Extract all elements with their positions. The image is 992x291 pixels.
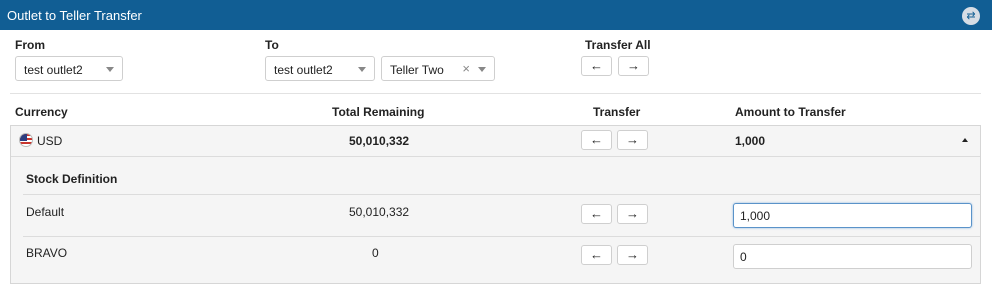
stock-transfer-left-button[interactable]: ← (581, 204, 612, 224)
clear-icon[interactable]: × (462, 61, 470, 76)
to-teller-select[interactable]: Teller Two × (381, 56, 495, 81)
from-outlet-select[interactable]: test outlet2 (15, 56, 123, 81)
currency-code: USD (37, 134, 63, 148)
col-total-remaining: Total Remaining (332, 105, 425, 119)
amount-input-bravo[interactable] (733, 244, 972, 269)
chevron-down-icon (106, 67, 114, 72)
currency-amount-to-transfer: 1,000 (735, 134, 766, 148)
chevron-up-icon[interactable] (962, 138, 968, 142)
to-teller-value: Teller Two (390, 63, 444, 77)
from-label: From (15, 38, 45, 52)
chevron-down-icon (478, 67, 486, 72)
stock-row-name: Default (26, 205, 65, 219)
stock-transfer-right-button[interactable]: → (617, 245, 648, 265)
us-flag-icon (19, 133, 33, 147)
currency-total-remaining: 50,010,332 (349, 134, 410, 148)
stock-row-total: 50,010,332 (349, 205, 410, 219)
stock-row-total: 0 (372, 246, 379, 260)
to-outlet-value: test outlet2 (274, 63, 333, 77)
stock-transfer-left-button[interactable]: ← (581, 245, 612, 265)
col-currency: Currency (15, 105, 68, 119)
stock-row-name: BRAVO (26, 246, 68, 260)
divider (23, 236, 980, 237)
currency-transfer-right-button[interactable]: → (617, 130, 648, 150)
transfer-all-left-button[interactable]: ← (581, 56, 612, 76)
panel-header: Outlet to Teller Transfer ⇄ (0, 0, 992, 30)
divider (11, 156, 980, 157)
chevron-down-icon (358, 67, 366, 72)
currency-transfer-left-button[interactable]: ← (581, 130, 612, 150)
stock-definition-heading: Stock Definition (26, 172, 118, 186)
from-outlet-value: test outlet2 (24, 63, 83, 77)
transfer-all-right-button[interactable]: → (618, 56, 649, 76)
transfer-all-label: Transfer All (585, 38, 651, 52)
to-label: To (265, 38, 279, 52)
col-amount-to-transfer: Amount to Transfer (735, 105, 846, 119)
col-transfer: Transfer (593, 105, 641, 119)
amount-input-default[interactable] (733, 203, 972, 228)
page-title: Outlet to Teller Transfer (7, 8, 142, 23)
stock-transfer-right-button[interactable]: → (617, 204, 648, 224)
divider (23, 194, 980, 195)
swap-icon[interactable]: ⇄ (962, 7, 980, 25)
divider (10, 93, 981, 94)
to-outlet-select[interactable]: test outlet2 (265, 56, 375, 81)
